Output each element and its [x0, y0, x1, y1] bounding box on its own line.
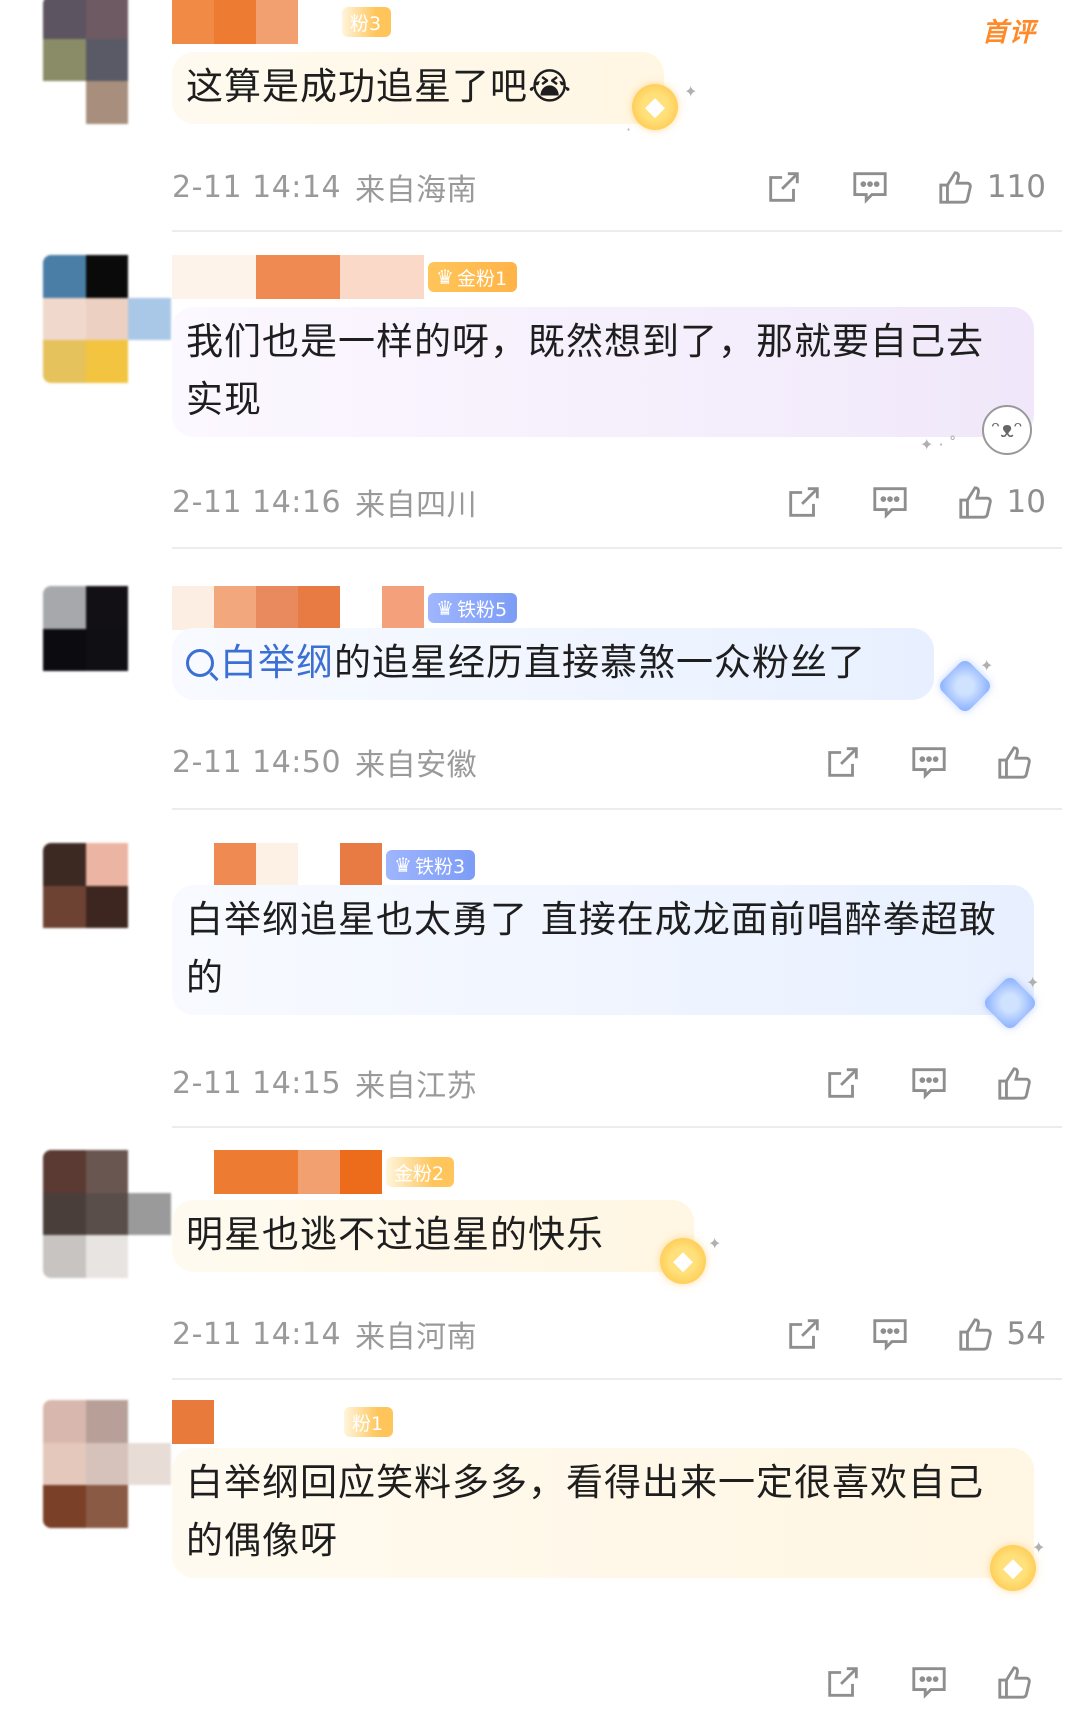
like-count: 10 [1006, 484, 1046, 520]
thumbs-up-icon [998, 746, 1031, 779]
share-icon [788, 1319, 819, 1349]
comment-time: 2-11 14:16 [172, 484, 342, 520]
fan-badge: ♛ 铁粉5 [428, 593, 518, 623]
avatar[interactable] [43, 1150, 171, 1278]
comment-meta: 2-11 14:14 来自海南 [172, 165, 477, 209]
sheep-sticker-icon: ᵔᴥᵔ [982, 405, 1032, 455]
like-count: 54 [1006, 1316, 1046, 1352]
share-button[interactable] [785, 483, 823, 521]
like-button[interactable] [996, 1663, 1046, 1701]
crown-icon: ♛ [394, 853, 412, 877]
like-button[interactable] [996, 1064, 1046, 1102]
comment-actions: 10 [737, 480, 1046, 524]
share-button[interactable] [824, 743, 862, 781]
thumbs-up-icon [998, 1067, 1031, 1100]
avatar[interactable] [43, 0, 171, 124]
fan-badge: ♛ 金粉1 [428, 262, 518, 292]
comment-meta: 2-11 14:15 来自江苏 [172, 1061, 477, 1105]
comment-time: 2-11 14:15 [172, 1065, 342, 1101]
comment-text: 白举纲追星也太勇了 直接在成龙面前唱醉拳超敢的 [172, 885, 1034, 1015]
comment-text: 白举纲回应笑料多多，看得出来一定很喜欢自己的偶像呀 [172, 1448, 1034, 1578]
comment-location: 来自安徽 [355, 748, 478, 783]
share-icon [828, 1667, 858, 1697]
username[interactable]: ♛ 铁粉5 [172, 586, 518, 630]
diamond-decoration-icon: ◆ [632, 84, 678, 130]
username[interactable]: ♛ 铁粉3 [172, 843, 476, 887]
like-count: 110 [986, 169, 1046, 205]
thumbs-up-icon [998, 1666, 1031, 1699]
diamond-decoration-icon: ◆ [660, 1238, 706, 1284]
fan-badge: 粉1 [344, 1407, 394, 1437]
search-icon [186, 649, 214, 677]
comment-icon [872, 1319, 907, 1351]
comment-location: 来自海南 [355, 173, 478, 208]
crown-icon: ♛ [436, 265, 454, 289]
comment-actions: 54 [737, 1312, 1046, 1356]
share-button[interactable] [765, 168, 803, 206]
comment-text: 这算是成功追星了吧😭 [172, 52, 664, 124]
comment-location: 来自河南 [355, 1320, 478, 1355]
like-button[interactable]: 54 [957, 1315, 1046, 1353]
comment-text: 白举纲的追星经历直接慕煞一众粉丝了 [172, 628, 934, 700]
like-button[interactable] [996, 743, 1046, 781]
comment-feed: 粉3 首评 这算是成功追星了吧😭 ◆ ✦ · 2-11 14:14 来自海南 1… [0, 0, 1080, 1717]
topic-link[interactable]: 白举纲 [220, 641, 334, 684]
comment-location: 来自江苏 [355, 1069, 478, 1104]
comment-time: 2-11 14:14 [172, 1316, 342, 1352]
reply-button[interactable] [910, 743, 948, 781]
fan-badge: 金粉2 [386, 1157, 455, 1187]
comment-location: 来自四川 [355, 488, 478, 523]
fan-badge: 粉3 [342, 7, 392, 37]
username[interactable]: 粉1 [172, 1400, 394, 1444]
thumbs-up-icon [958, 1318, 992, 1351]
comment-actions [776, 1660, 1046, 1704]
thumbs-up-icon [958, 486, 992, 519]
comment-icon [872, 487, 907, 519]
comment-actions [776, 740, 1046, 784]
reply-button[interactable] [871, 483, 909, 521]
comment-icon [912, 1068, 946, 1100]
comment-actions: 110 [717, 165, 1046, 209]
share-button[interactable] [785, 1315, 823, 1353]
comment-meta: 2-11 14:16 来自四川 [172, 480, 477, 524]
comment-text: 我们也是一样的呀，既然想到了，那就要自己去实现 [172, 307, 1034, 437]
username[interactable]: 金粉2 [172, 1150, 455, 1194]
comment-icon [853, 172, 887, 204]
username[interactable]: ♛ 金粉1 [172, 255, 518, 299]
username[interactable]: 粉3 [172, 0, 392, 44]
like-button[interactable]: 110 [937, 168, 1046, 206]
share-icon [828, 1068, 858, 1098]
avatar[interactable] [43, 255, 171, 383]
share-icon [828, 747, 858, 777]
comment-meta [172, 1660, 186, 1704]
comment-meta: 2-11 14:14 来自河南 [172, 1312, 477, 1356]
share-icon [788, 487, 819, 517]
diamond-decoration-icon: ◆ [990, 1545, 1036, 1591]
crown-icon: ♛ [436, 596, 454, 620]
comment-meta: 2-11 14:50 来自安徽 [172, 740, 477, 784]
reply-button[interactable] [851, 168, 889, 206]
comment-actions [776, 1061, 1046, 1105]
share-icon [769, 172, 799, 202]
first-comment-tag: 首评 [981, 18, 1036, 48]
like-button[interactable]: 10 [957, 483, 1046, 521]
avatar[interactable] [43, 1400, 171, 1528]
share-button[interactable] [824, 1064, 862, 1102]
avatar[interactable] [43, 843, 171, 971]
thumbs-up-icon [939, 171, 972, 204]
comment-icon [912, 1667, 946, 1699]
share-button[interactable] [824, 1663, 862, 1701]
reply-button[interactable] [910, 1064, 948, 1102]
reply-button[interactable] [910, 1663, 948, 1701]
comment-time: 2-11 14:50 [172, 744, 342, 780]
avatar[interactable] [43, 586, 171, 714]
fan-badge: ♛ 铁粉3 [386, 850, 476, 880]
comment-text: 明星也逃不过追星的快乐 [172, 1200, 694, 1272]
comment-time: 2-11 14:14 [172, 169, 342, 205]
reply-button[interactable] [871, 1315, 909, 1353]
comment-icon [912, 747, 946, 779]
